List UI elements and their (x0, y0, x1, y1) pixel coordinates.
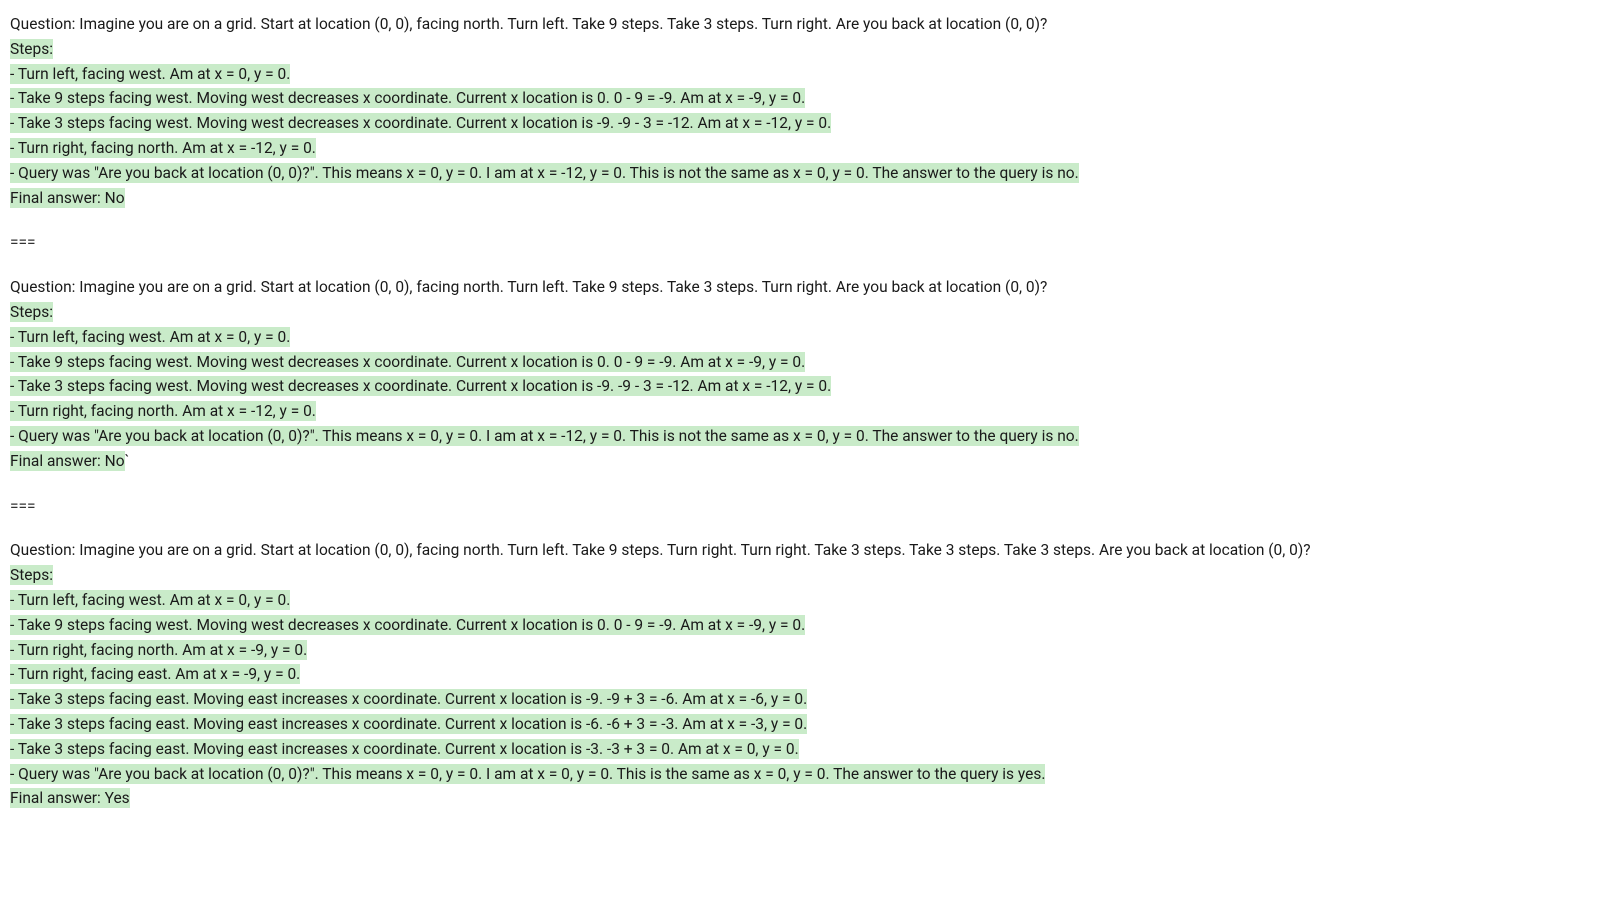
example-block: Question: Imagine you are on a grid. Sta… (10, 12, 1590, 210)
separator: === (10, 494, 1590, 519)
step-line: - Take 3 steps facing east. Moving east … (10, 737, 1590, 762)
question-line: Question: Imagine you are on a grid. Sta… (10, 12, 1590, 37)
step-line: - Turn right, facing north. Am at x = -1… (10, 136, 1590, 161)
final-answer-line: Final answer: Yes (10, 786, 1590, 811)
step-line: - Take 3 steps facing east. Moving east … (10, 687, 1590, 712)
steps-label: Steps: (10, 37, 1590, 62)
step-line: - Take 9 steps facing west. Moving west … (10, 86, 1590, 111)
trailing-text: ` (125, 452, 130, 470)
step-line: - Take 9 steps facing west. Moving west … (10, 613, 1590, 638)
example-block: Question: Imagine you are on a grid. Sta… (10, 275, 1590, 473)
step-line: - Turn left, facing west. Am at x = 0, y… (10, 62, 1590, 87)
step-line: - Take 9 steps facing west. Moving west … (10, 350, 1590, 375)
step-line: - Query was "Are you back at location (0… (10, 161, 1590, 186)
question-line: Question: Imagine you are on a grid. Sta… (10, 275, 1590, 300)
step-line: - Query was "Are you back at location (0… (10, 424, 1590, 449)
step-line: - Turn left, facing west. Am at x = 0, y… (10, 588, 1590, 613)
step-line: - Turn right, facing north. Am at x = -1… (10, 399, 1590, 424)
step-line: - Turn left, facing west. Am at x = 0, y… (10, 325, 1590, 350)
example-block: Question: Imagine you are on a grid. Sta… (10, 538, 1590, 811)
final-answer-line: Final answer: No (10, 186, 1590, 211)
steps-label: Steps: (10, 563, 1590, 588)
step-line: - Take 3 steps facing west. Moving west … (10, 374, 1590, 399)
step-line: - Turn right, facing east. Am at x = -9,… (10, 662, 1590, 687)
step-line: - Turn right, facing north. Am at x = -9… (10, 638, 1590, 663)
document-page: Question: Imagine you are on a grid. Sta… (0, 0, 1600, 831)
steps-label: Steps: (10, 300, 1590, 325)
step-line: - Query was "Are you back at location (0… (10, 762, 1590, 787)
question-line: Question: Imagine you are on a grid. Sta… (10, 538, 1590, 563)
separator: === (10, 230, 1590, 255)
final-answer-line: Final answer: No` (10, 449, 1590, 474)
step-line: - Take 3 steps facing east. Moving east … (10, 712, 1590, 737)
step-line: - Take 3 steps facing west. Moving west … (10, 111, 1590, 136)
